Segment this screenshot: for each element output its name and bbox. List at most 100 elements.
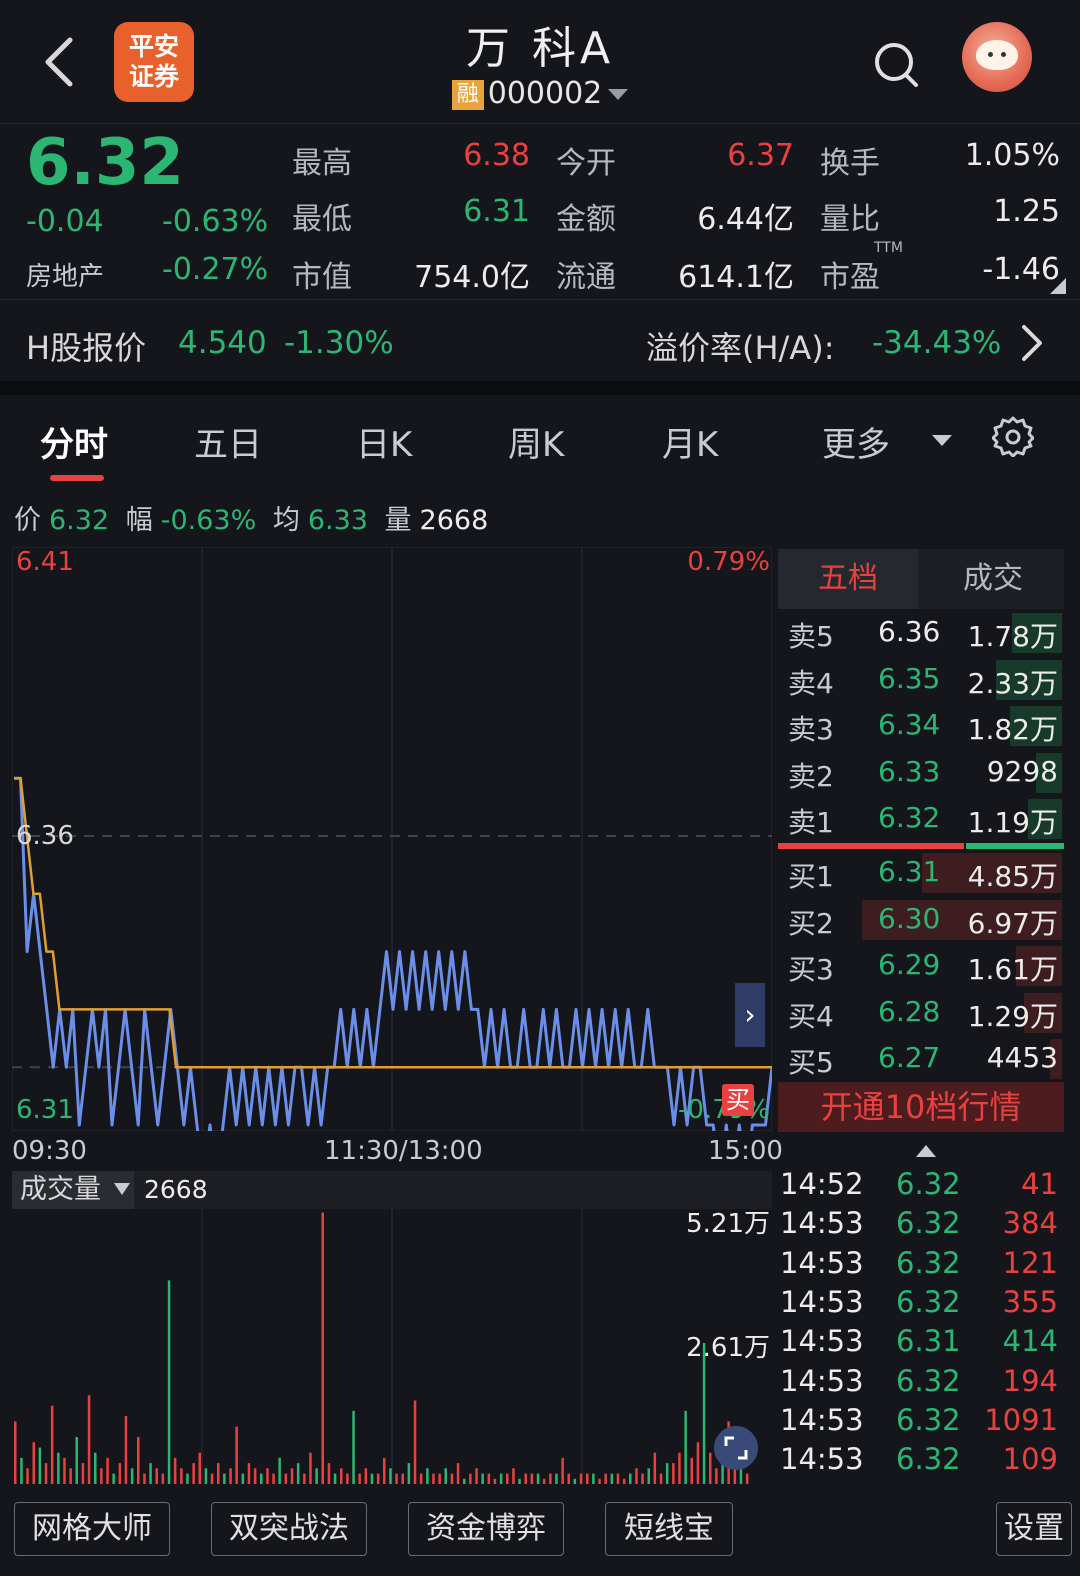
order-book-tabs: 五档 成交 xyxy=(778,549,1064,609)
level-label: 卖5 xyxy=(788,620,834,653)
double-breakout-button[interactable]: 双突战法 xyxy=(211,1502,367,1556)
price-chart-svg xyxy=(12,547,772,1131)
tab-intraday[interactable]: 分时 xyxy=(40,417,108,466)
volume-bar xyxy=(173,1457,177,1484)
short-term-button[interactable]: 短线宝 xyxy=(605,1502,733,1556)
volume-max-label: 5.21万 xyxy=(686,1209,770,1239)
premium-label: 溢价率(H/A): xyxy=(646,329,835,367)
active-tab-indicator xyxy=(50,475,104,481)
level-volume: 6.97万 xyxy=(967,906,1058,940)
trade-time: 14:52 xyxy=(780,1167,864,1201)
tab-weekly-k[interactable]: 周K xyxy=(508,417,564,466)
trade-volume: 355 xyxy=(1002,1284,1058,1319)
volume-chart[interactable]: 5.21万 2.61万 xyxy=(12,1209,772,1484)
fund-game-button[interactable]: 资金博弈 xyxy=(408,1502,564,1556)
fullscreen-button[interactable] xyxy=(714,1426,758,1470)
pe-value: -1.46 xyxy=(982,252,1060,287)
intraday-price-chart[interactable]: 6.41 0.79% 6.36 6.31 -0.79% xyxy=(12,547,772,1131)
avatar-face-icon xyxy=(976,40,1018,70)
volume-bar xyxy=(315,1468,318,1484)
volume-bar xyxy=(192,1463,195,1484)
volume-bar xyxy=(641,1473,644,1484)
volume-bar xyxy=(389,1468,392,1484)
volume-bar xyxy=(198,1452,201,1484)
trade-volume: 384 xyxy=(1002,1206,1058,1241)
volume-bar xyxy=(419,1473,423,1484)
volume-bar xyxy=(130,1468,134,1484)
search-button[interactable] xyxy=(872,38,920,90)
tab-five-day[interactable]: 五日 xyxy=(194,417,262,466)
trade-row: 14:53 6.32 121 xyxy=(778,1246,1064,1286)
volume-bar xyxy=(38,1447,42,1484)
ask-level-row[interactable]: 卖1 6.32 1.19万 xyxy=(778,797,1064,841)
caret-down-icon[interactable] xyxy=(114,1183,130,1195)
bid-level-row[interactable]: 买2 6.30 6.97万 xyxy=(778,898,1064,942)
volume-bar xyxy=(290,1468,294,1484)
collapse-arrow-icon[interactable] xyxy=(916,1145,936,1157)
trade-time: 14:53 xyxy=(780,1284,864,1319)
volume-bar xyxy=(690,1457,693,1484)
level-volume: 4.85万 xyxy=(967,860,1058,893)
volume-bar xyxy=(653,1452,657,1484)
volume-bar xyxy=(401,1473,404,1484)
volume-bar xyxy=(149,1463,152,1484)
level-price: 6.30 xyxy=(878,901,941,935)
volume-bar xyxy=(278,1457,281,1484)
settings-button[interactable]: 设置 xyxy=(996,1502,1072,1556)
caret-down-icon xyxy=(608,89,629,100)
volume-bar xyxy=(604,1473,607,1484)
info-vol-label: 量 xyxy=(384,505,412,536)
sector-name[interactable]: 房地产 xyxy=(26,256,104,293)
volume-bar xyxy=(555,1473,558,1484)
trade-row: 14:53 6.32 1091 xyxy=(778,1403,1064,1443)
h-share-quote-row[interactable]: H股报价 4.540 -1.30% 溢价率(H/A): -34.43% xyxy=(0,301,1080,381)
y-axis-min-label: 6.31 xyxy=(16,1095,74,1125)
volume-bar xyxy=(622,1478,626,1484)
tab-monthly-k[interactable]: 月K xyxy=(662,417,718,466)
high-value: 6.38 xyxy=(463,138,530,173)
caret-down-icon[interactable] xyxy=(932,435,952,446)
assistant-avatar[interactable] xyxy=(962,22,1032,92)
level-label: 买3 xyxy=(788,953,834,986)
ask-level-row[interactable]: 卖4 6.35 2.33万 xyxy=(778,658,1064,702)
volume-bar xyxy=(475,1468,478,1484)
trade-time: 14:53 xyxy=(780,1324,864,1359)
level-price: 6.35 xyxy=(878,661,941,695)
bottom-toolbar: 网格大师 双突战法 资金博弈 短线宝 设置 xyxy=(0,1490,1080,1576)
volume-bar xyxy=(241,1473,245,1484)
tab-trades[interactable]: 成交 xyxy=(922,549,1064,609)
tab-five-levels[interactable]: 五档 xyxy=(778,549,918,609)
turnover-value: 1.05% xyxy=(964,138,1060,173)
volume-bar xyxy=(303,1473,306,1484)
chart-expand-arrow-button[interactable]: › xyxy=(735,983,765,1047)
volume-bar xyxy=(395,1473,398,1484)
bid-level-row[interactable]: 买4 6.28 1.29万 xyxy=(778,991,1064,1035)
chart-settings-button[interactable] xyxy=(991,415,1035,458)
expand-corner-icon[interactable] xyxy=(1050,278,1066,294)
volume-bar xyxy=(167,1280,171,1484)
ask-level-row[interactable]: 卖3 6.34 1.82万 xyxy=(778,704,1064,748)
bid-level-row[interactable]: 买1 6.31 4.85万 xyxy=(778,851,1064,895)
volume-bar xyxy=(530,1473,534,1484)
tab-more[interactable]: 更多 xyxy=(822,417,890,466)
volume-bar xyxy=(573,1478,577,1484)
volume-bar xyxy=(499,1473,503,1484)
volume-bar xyxy=(112,1473,115,1484)
volume-bar xyxy=(210,1473,214,1484)
bid-level-row[interactable]: 买5 6.27 4453 xyxy=(778,1037,1064,1081)
volume-bar xyxy=(204,1468,208,1484)
volume-bar xyxy=(155,1468,158,1484)
volume-bar xyxy=(26,1468,29,1484)
volume-bar xyxy=(549,1473,552,1484)
ask-level-row[interactable]: 卖2 6.33 9298 xyxy=(778,751,1064,795)
upgrade-ten-levels-button[interactable]: 开通10档行情 xyxy=(778,1082,1064,1132)
grid-master-button[interactable]: 网格大师 xyxy=(14,1502,170,1556)
volume-bar xyxy=(696,1442,700,1484)
trade-volume: 109 xyxy=(1002,1442,1058,1477)
buy-signal-marker[interactable]: 买 xyxy=(722,1084,754,1116)
level-price: 6.34 xyxy=(878,708,941,741)
tab-daily-k[interactable]: 日K xyxy=(356,417,412,466)
ask-level-row[interactable]: 卖5 6.36 1.78万 xyxy=(778,611,1064,655)
volume-bar xyxy=(346,1473,349,1484)
bid-level-row[interactable]: 买3 6.29 1.61万 xyxy=(778,944,1064,988)
